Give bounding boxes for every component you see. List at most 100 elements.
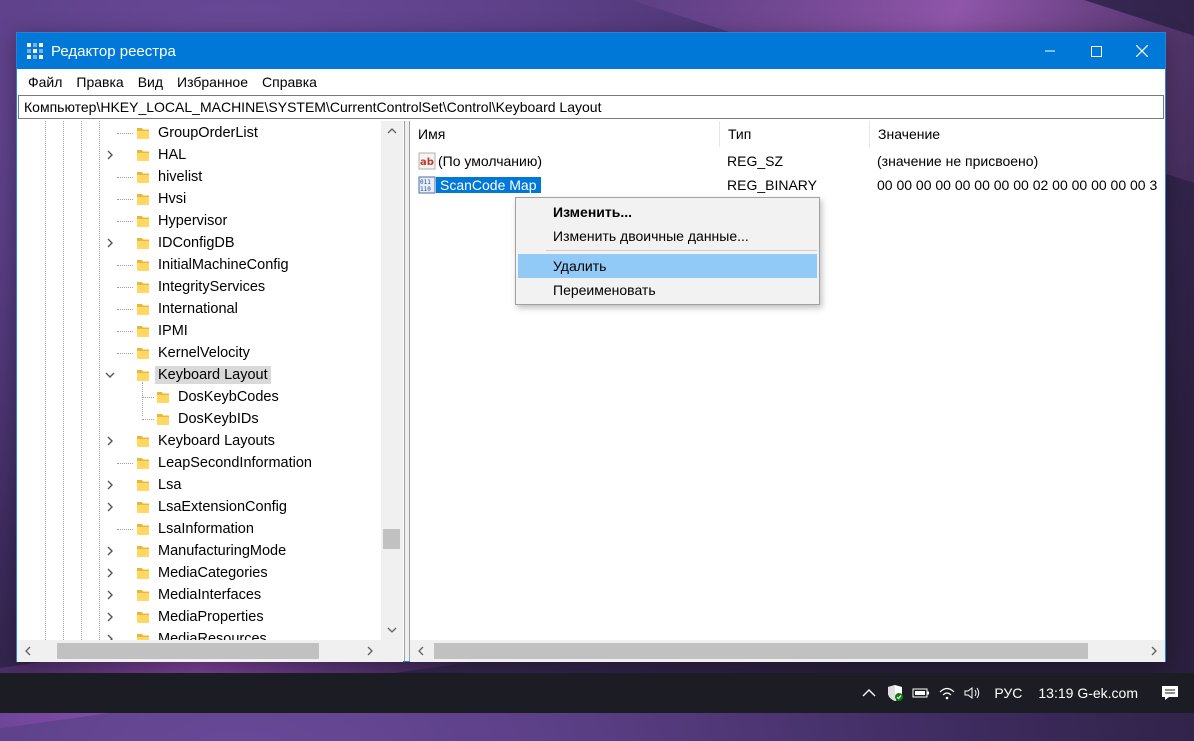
- tree-item[interactable]: Hypervisor: [17, 210, 381, 232]
- chevron-right-icon[interactable]: [103, 499, 117, 515]
- chevron-right-icon[interactable]: [103, 147, 117, 163]
- folder-icon: [137, 194, 149, 205]
- chevron-down-icon[interactable]: [103, 367, 117, 383]
- chevron-right-icon[interactable]: [103, 433, 117, 449]
- folder-icon: [137, 458, 149, 469]
- registry-editor-window: Редактор реестра Файл Правка Вид Избранн…: [16, 32, 1166, 662]
- tree-guide-line: [117, 221, 133, 222]
- value-row-selected[interactable]: 011 110 ScanCode Map REG_BINARY 00 00 00…: [410, 173, 1165, 197]
- tree-item[interactable]: MediaProperties: [17, 606, 381, 628]
- chevron-right-icon[interactable]: [103, 235, 117, 251]
- tree-item[interactable]: GroupOrderList: [17, 122, 381, 144]
- tree-item-label: IDConfigDB: [158, 235, 235, 251]
- chevron-right-icon[interactable]: [103, 477, 117, 493]
- tree-item[interactable]: ManufacturingMode: [17, 540, 381, 562]
- volume-icon[interactable]: [960, 673, 986, 713]
- tree-item[interactable]: IDConfigDB: [17, 232, 381, 254]
- tree-item-label: KernelVelocity: [158, 345, 250, 361]
- tree-guide-line: [117, 287, 133, 288]
- tree-item[interactable]: IPMI: [17, 320, 381, 342]
- column-header-type[interactable]: Тип: [720, 121, 870, 147]
- tree-guide-line: [117, 177, 133, 178]
- tree-item-label: IPMI: [158, 323, 188, 339]
- tree-item[interactable]: Keyboard Layouts: [17, 430, 381, 452]
- list-horizontal-scrollbar[interactable]: [410, 640, 1165, 662]
- tree-item[interactable]: Hvsi: [17, 188, 381, 210]
- title-bar[interactable]: Редактор реестра: [17, 33, 1165, 69]
- scroll-left-icon[interactable]: [410, 640, 432, 662]
- tree-vertical-scrollbar[interactable]: [381, 121, 403, 640]
- value-name: (По умолчанию): [438, 153, 543, 169]
- menu-favorites[interactable]: Избранное: [170, 69, 255, 95]
- svg-text:110: 110: [420, 186, 431, 193]
- folder-icon: [137, 260, 149, 271]
- wifi-icon[interactable]: [934, 673, 960, 713]
- tree-item[interactable]: HAL: [17, 144, 381, 166]
- ctx-delete[interactable]: Удалить: [518, 254, 817, 278]
- tree-item[interactable]: Keyboard Layout: [17, 364, 381, 386]
- chevron-right-icon[interactable]: [103, 543, 117, 559]
- tree-vscroll-thumb[interactable]: [383, 529, 400, 549]
- tree-item-label: MediaCategories: [158, 565, 268, 581]
- scroll-left-icon[interactable]: [17, 640, 39, 662]
- tree-item[interactable]: IntegrityServices: [17, 276, 381, 298]
- folder-icon: [137, 238, 149, 249]
- tree-item-label: Hvsi: [158, 191, 187, 207]
- chevron-right-icon[interactable]: [103, 587, 117, 603]
- menu-help[interactable]: Справка: [255, 69, 324, 95]
- tree-item[interactable]: Lsa: [17, 474, 381, 496]
- chevron-up-icon[interactable]: [856, 673, 882, 713]
- tree-item[interactable]: LsaInformation: [17, 518, 381, 540]
- list-hscroll-thumb[interactable]: [434, 643, 1088, 659]
- ctx-modify[interactable]: Изменить...: [518, 200, 817, 224]
- action-center-button[interactable]: [1146, 673, 1194, 713]
- tree-item[interactable]: InitialMachineConfig: [17, 254, 381, 276]
- ctx-rename[interactable]: Переименовать: [518, 278, 817, 302]
- address-bar[interactable]: Компьютер\HKEY_LOCAL_MACHINE\SYSTEM\Curr…: [18, 95, 1164, 119]
- tree-item-label: Hypervisor: [158, 213, 228, 229]
- chevron-right-icon[interactable]: [103, 631, 117, 640]
- tree-item[interactable]: KernelVelocity: [17, 342, 381, 364]
- ctx-modify-binary[interactable]: Изменить двоичные данные...: [518, 224, 817, 248]
- tree-item[interactable]: LeapSecondInformation: [17, 452, 381, 474]
- tree-item[interactable]: International: [17, 298, 381, 320]
- chevron-right-icon[interactable]: [103, 565, 117, 581]
- folder-icon: [137, 524, 149, 535]
- folder-icon: [137, 568, 149, 579]
- column-header-name[interactable]: Имя: [410, 121, 720, 147]
- scroll-right-icon[interactable]: [359, 640, 381, 662]
- clock[interactable]: 13:19 G-ek.com: [1030, 673, 1146, 713]
- tree-hscroll-thumb[interactable]: [57, 643, 319, 659]
- chevron-right-icon[interactable]: [103, 609, 117, 625]
- minimize-button[interactable]: [1027, 33, 1073, 69]
- tree-item-label: IntegrityServices: [158, 279, 266, 295]
- menu-bar: Файл Правка Вид Избранное Справка: [17, 69, 1165, 95]
- value-row[interactable]: ab (По умолчанию) REG_SZ (значение не пр…: [410, 149, 1165, 173]
- input-language[interactable]: РУС: [986, 673, 1030, 713]
- folder-icon: [137, 612, 149, 623]
- window-title: Редактор реестра: [51, 42, 176, 60]
- taskbar: РУС 13:19 G-ek.com: [0, 673, 1194, 713]
- scroll-up-icon[interactable]: [381, 121, 403, 141]
- scroll-down-icon[interactable]: [381, 620, 403, 640]
- maximize-button[interactable]: [1073, 33, 1119, 69]
- tree-item[interactable]: DosKeybCodes: [17, 386, 381, 408]
- defender-shield-icon[interactable]: [882, 673, 908, 713]
- folder-icon: [137, 304, 149, 315]
- battery-icon[interactable]: [908, 673, 934, 713]
- tree-item[interactable]: MediaInterfaces: [17, 584, 381, 606]
- menu-view[interactable]: Вид: [131, 69, 170, 95]
- tree-item[interactable]: LsaExtensionConfig: [17, 496, 381, 518]
- tree-horizontal-scrollbar[interactable]: [17, 640, 381, 662]
- menu-file[interactable]: Файл: [21, 69, 69, 95]
- scroll-right-icon[interactable]: [1143, 640, 1165, 662]
- tree-item[interactable]: DosKeybIDs: [17, 408, 381, 430]
- column-header-value[interactable]: Значение: [870, 121, 1170, 147]
- tree-item[interactable]: hivelist: [17, 166, 381, 188]
- close-button[interactable]: [1119, 33, 1165, 69]
- value-name[interactable]: ScanCode Map: [436, 177, 541, 193]
- tree-item-label: MediaInterfaces: [158, 587, 262, 603]
- menu-edit[interactable]: Правка: [69, 69, 130, 95]
- tree-item[interactable]: MediaResources: [17, 628, 381, 640]
- tree-item[interactable]: MediaCategories: [17, 562, 381, 584]
